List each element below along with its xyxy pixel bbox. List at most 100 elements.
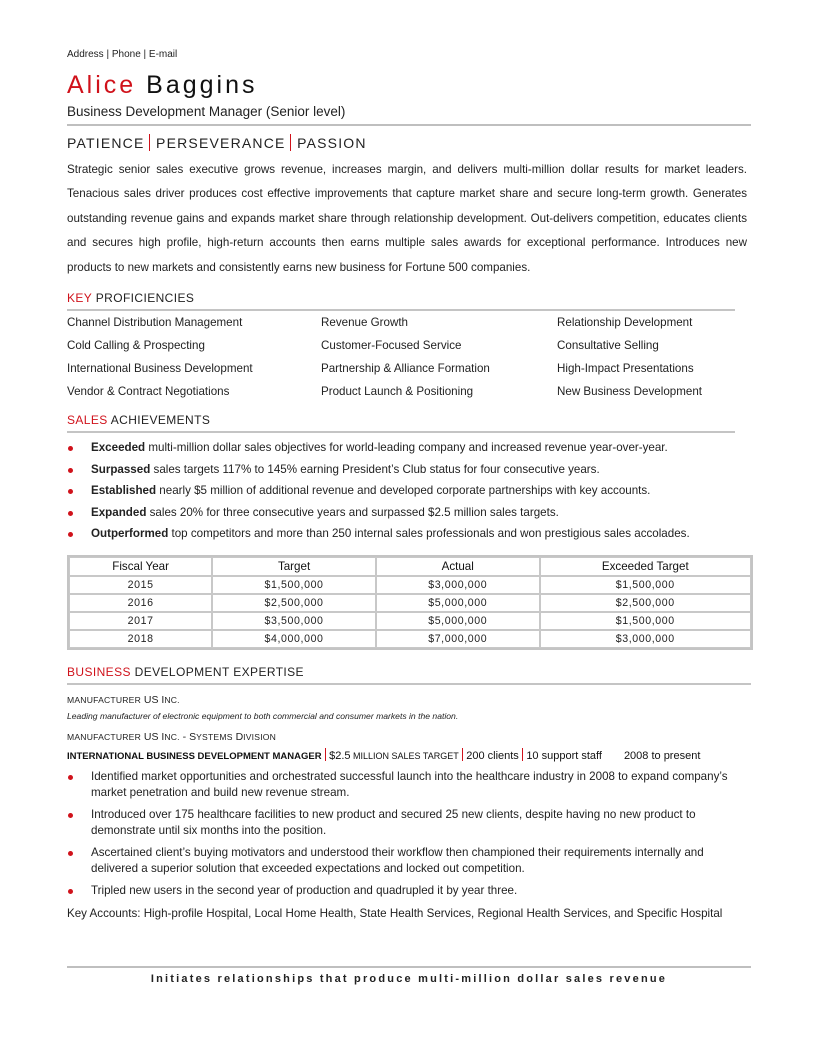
trait: PASSION — [297, 135, 367, 151]
table-cell: 2018 — [69, 630, 213, 648]
achievement-lead: Surpassed — [91, 462, 151, 476]
job-role: Business Development Manager (Senior lev… — [67, 104, 346, 119]
table-cell: $2,500,000 — [539, 594, 751, 612]
table-row: 2018 $4,000,000 $7,000,000 $3,000,000 — [69, 630, 751, 648]
proficiency-item: Consultative Selling — [557, 339, 659, 352]
separator — [461, 748, 464, 761]
column-header: Fiscal Year — [69, 557, 213, 576]
traits-line: PATIENCE PERSEVERANCE PASSION — [67, 134, 367, 151]
bullet-icon — [68, 813, 73, 818]
bullet-icon — [68, 489, 73, 494]
table-cell: 2016 — [69, 594, 213, 612]
achievement-item: Outperformed top competitors and more th… — [67, 526, 751, 548]
footer-tagline: Initiates relationships that produce mul… — [150, 973, 668, 985]
section-title-expertise: BUSINESS DEVELOPMENT EXPERTISE — [67, 665, 304, 679]
achievements-list: Exceeded multi-million dollar sales obje… — [67, 440, 751, 548]
column-header: Target — [212, 557, 376, 576]
table-row: 2015 $1,500,000 $3,000,000 $1,500,000 — [69, 576, 751, 594]
table-cell: $1,500,000 — [539, 576, 751, 594]
achievement-text: sales 20% for three consecutive years an… — [146, 505, 559, 519]
separator — [521, 748, 524, 761]
achievement-lead: Exceeded — [91, 441, 146, 454]
company-division: MANUFACTURER US INC. - SYSTEMS DIVISION — [67, 731, 277, 743]
table-row: 2017 $3,500,000 $5,000,000 $1,500,000 — [69, 612, 751, 630]
proficiency-item: Revenue Growth — [321, 316, 408, 329]
achievement-item: Exceeded multi-million dollar sales obje… — [67, 440, 751, 462]
sales-target-number: $2.5 — [329, 750, 351, 762]
proficiencies-grid: Channel Distribution Management Revenue … — [67, 316, 751, 408]
proficiency-item: Partnership & Alliance Formation — [321, 362, 490, 375]
table-cell: $3,500,000 — [212, 612, 376, 630]
table-header-row: Fiscal Year Target Actual Exceeded Targe… — [69, 557, 751, 576]
section-title-accent: SALES — [67, 413, 108, 427]
section-title-rest: ACHIEVEMENTS — [107, 413, 211, 427]
proficiency-item: New Business Development — [557, 385, 702, 398]
trait-separator — [289, 134, 292, 151]
bullet-icon — [68, 775, 73, 780]
proficiency-item: Relationship Development — [557, 316, 693, 329]
company-name: MANUFACTURER US INC. — [67, 694, 180, 706]
achievement-text: nearly $5 million of additional revenue … — [156, 484, 651, 497]
accomplishment-item: Tripled new users in the second year of … — [67, 883, 731, 899]
achievements-divider — [67, 431, 735, 433]
table-cell: $4,000,000 — [212, 630, 376, 648]
bullet-icon — [68, 851, 73, 856]
proficiency-row: International Business Development Partn… — [67, 362, 751, 385]
table-cell: $5,000,000 — [375, 594, 540, 612]
bullet-icon — [68, 510, 73, 516]
bullet-icon — [68, 467, 73, 473]
job-summary-line: INTERNATIONAL BUSINESS DEVELOPMENT MANAG… — [67, 748, 700, 762]
job-accomplishments-list: Identified market opportunities and orch… — [67, 769, 751, 905]
trait: PERSEVERANCE — [156, 135, 286, 151]
accomplishment-item: Introduced over 175 healthcare facilitie… — [67, 807, 731, 839]
sales-performance-table: Fiscal Year Target Actual Exceeded Targe… — [67, 555, 753, 650]
table-cell: $1,500,000 — [539, 612, 751, 630]
accomplishment-item: Identified market opportunities and orch… — [67, 769, 731, 801]
client-count: 200 clients — [466, 750, 519, 762]
bullet-icon — [68, 446, 73, 451]
staff-count: 10 support staff — [526, 750, 602, 762]
proficiency-item: High-Impact Presentations — [557, 362, 694, 375]
proficiency-item: Customer-Focused Service — [321, 339, 462, 352]
trait-separator — [148, 134, 151, 151]
achievement-text: top competitors and more than 250 intern… — [168, 527, 690, 540]
proficiency-row: Channel Distribution Management Revenue … — [67, 316, 751, 339]
summary-paragraph: Strategic senior sales executive grows r… — [67, 163, 747, 274]
proficiency-item: International Business Development — [67, 362, 253, 375]
table-row: 2016 $2,500,000 $5,000,000 $2,500,000 — [69, 594, 751, 612]
section-title-rest: DEVELOPMENT EXPERTISE — [130, 665, 304, 679]
company-description: Leading manufacturer of electronic equip… — [67, 711, 459, 721]
achievement-text: sales targets 117% to 145% earning Presi… — [150, 462, 600, 476]
expertise-divider — [67, 683, 751, 685]
table-cell: $5,000,000 — [375, 612, 540, 630]
section-title-proficiencies: KEY PROFICIENCIES — [67, 291, 194, 305]
sales-target-text: MILLION SALES TARGET — [350, 751, 459, 761]
achievement-lead: Established — [91, 484, 157, 497]
last-name: Baggins — [146, 71, 258, 99]
proficiency-item: Vendor & Contract Negotiations — [67, 385, 230, 398]
achievement-lead: Outperformed — [91, 527, 169, 540]
contact-info: Address | Phone | E-mail — [67, 49, 178, 60]
table-cell: $3,000,000 — [375, 576, 540, 594]
proficiencies-divider — [67, 309, 735, 311]
achievement-text: multi-million dollar sales objectives fo… — [145, 441, 668, 454]
proficiency-row: Vendor & Contract Negotiations Product L… — [67, 385, 751, 408]
table-cell: $3,000,000 — [539, 630, 751, 648]
column-header: Exceeded Target — [539, 557, 751, 576]
proficiency-row: Cold Calling & Prospecting Customer-Focu… — [67, 339, 751, 362]
table-cell: $2,500,000 — [212, 594, 376, 612]
achievement-item: Surpassed sales targets 117% to 145% ear… — [67, 462, 751, 484]
bullet-icon — [68, 889, 73, 894]
achievement-item: Established nearly $5 million of additio… — [67, 483, 751, 505]
proficiency-item: Product Launch & Positioning — [321, 385, 474, 398]
accomplishment-item: Ascertained client’s buying motivators a… — [67, 845, 731, 877]
candidate-name: Alice Baggins — [67, 70, 258, 100]
key-accounts: Key Accounts: High-profile Hospital, Loc… — [67, 907, 723, 920]
header-divider — [67, 124, 751, 126]
section-title-rest: PROFICIENCIES — [92, 291, 195, 305]
separator — [324, 748, 327, 761]
column-header: Actual — [375, 557, 540, 576]
section-title-accent: KEY — [67, 291, 92, 305]
table-cell: 2017 — [69, 612, 213, 630]
section-title-achievements: SALES ACHIEVEMENTS — [67, 413, 210, 427]
